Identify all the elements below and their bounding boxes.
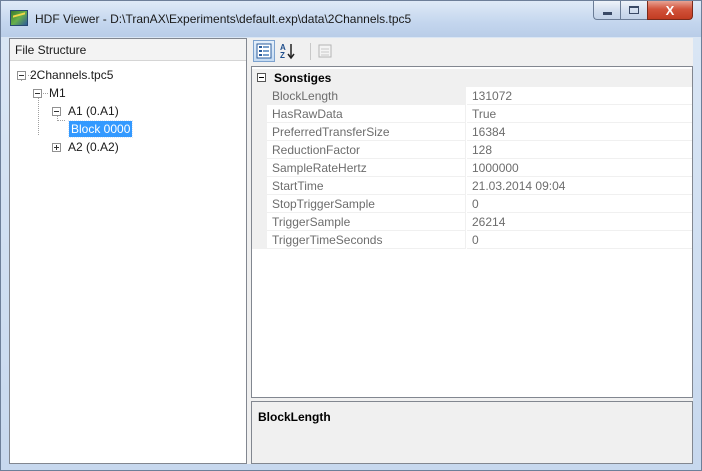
property-help-pane: BlockLength (251, 401, 693, 464)
property-name: SampleRateHertz (267, 159, 466, 177)
property-name: TriggerSample (267, 213, 466, 231)
help-title: BlockLength (258, 410, 331, 424)
row-gutter (252, 123, 267, 141)
category-collapse-icon[interactable] (257, 73, 266, 82)
category-label: Sonstiges (274, 71, 332, 85)
category-row[interactable]: Sonstiges (252, 69, 692, 87)
row-gutter (252, 141, 267, 159)
file-structure-tree[interactable]: 2Channels.tpc5 M1 A1 (0.A1) Block 0000 A… (10, 62, 246, 462)
collapse-icon[interactable] (17, 71, 26, 80)
property-name: TriggerTimeSeconds (267, 231, 466, 249)
property-value[interactable]: 21.03.2014 09:04 (467, 177, 692, 195)
property-row[interactable]: StopTriggerSample 0 (252, 195, 692, 213)
property-value[interactable]: 26214 (467, 213, 692, 231)
row-gutter (252, 159, 267, 177)
tree-node-label: 2Channels.tpc5 (30, 68, 114, 82)
property-value[interactable]: 0 (467, 195, 692, 213)
toolbar-separator (310, 43, 311, 60)
row-gutter (252, 87, 267, 105)
row-gutter (252, 231, 267, 249)
categorized-view-icon (256, 43, 272, 59)
property-row[interactable]: HasRawData True (252, 105, 692, 123)
property-row[interactable]: TriggerSample 26214 (252, 213, 692, 231)
property-value[interactable]: 131072 (467, 87, 692, 105)
row-gutter (252, 105, 267, 123)
tree-node-label: A1 (0.A1) (68, 104, 119, 118)
property-name: BlockLength (267, 87, 466, 105)
property-row[interactable]: SampleRateHertz 1000000 (252, 159, 692, 177)
client-area: File Structure 2Channels.tpc5 M1 A1 (0.A… (9, 38, 693, 464)
property-toolbar: A Z (251, 38, 693, 64)
property-value[interactable]: 128 (467, 141, 692, 159)
property-value[interactable]: True (467, 105, 692, 123)
tree-guide-line (57, 120, 65, 121)
property-row[interactable]: TriggerTimeSeconds 0 (252, 231, 692, 249)
property-name: PreferredTransferSize (267, 123, 466, 141)
property-grid[interactable]: Sonstiges BlockLength 131072 HasRawData … (251, 66, 693, 398)
minimize-icon (602, 11, 612, 15)
minimize-button[interactable] (593, 1, 620, 20)
svg-text:Z: Z (280, 51, 285, 60)
maximize-button[interactable] (620, 1, 647, 20)
property-row[interactable]: BlockLength 131072 (252, 87, 692, 105)
categorized-view-button[interactable] (253, 40, 275, 62)
row-gutter (252, 195, 267, 213)
property-name: StopTriggerSample (267, 195, 466, 213)
tree-node-label: A2 (0.A2) (68, 140, 119, 154)
row-gutter (252, 177, 267, 195)
property-row[interactable]: PreferredTransferSize 16384 (252, 123, 692, 141)
tree-guide-line (43, 93, 48, 94)
close-button[interactable]: X (647, 1, 693, 20)
tree-guide-line (38, 93, 39, 135)
file-structure-panel: File Structure 2Channels.tpc5 M1 A1 (0.A… (9, 38, 247, 464)
property-name: StartTime (267, 177, 466, 195)
property-panel: A Z Sonstiges BlockLength 131072 HasRawD… (251, 38, 693, 464)
window-controls: X (593, 1, 693, 21)
property-name: ReductionFactor (267, 141, 466, 159)
property-value[interactable]: 1000000 (467, 159, 692, 177)
hdf-viewer-app-icon[interactable] (10, 10, 28, 26)
row-gutter (252, 213, 267, 231)
collapse-icon[interactable] (33, 89, 42, 98)
alphabetical-sort-icon: A Z (280, 43, 295, 60)
alphabetical-sort-button[interactable]: A Z (277, 40, 299, 62)
title-bar[interactable]: HDF Viewer - D:\TranAX\Experiments\defau… (1, 1, 701, 37)
tree-node-label-selected: Block 0000 (67, 120, 134, 138)
property-row[interactable]: ReductionFactor 128 (252, 141, 692, 159)
window-title: HDF Viewer - D:\TranAX\Experiments\defau… (35, 12, 412, 26)
tree-node-label: M1 (49, 86, 66, 100)
file-structure-header: File Structure (10, 39, 246, 61)
collapse-icon[interactable] (52, 107, 61, 116)
property-value[interactable]: 0 (467, 231, 692, 249)
maximize-icon (629, 6, 639, 14)
property-value[interactable]: 16384 (467, 123, 692, 141)
close-icon: X (665, 2, 675, 18)
property-row[interactable]: StartTime 21.03.2014 09:04 (252, 177, 692, 195)
property-name: HasRawData (267, 105, 466, 123)
property-pages-button[interactable] (314, 40, 336, 62)
app-window: HDF Viewer - D:\TranAX\Experiments\defau… (0, 0, 702, 471)
property-pages-icon (318, 44, 332, 58)
expand-icon[interactable] (52, 143, 61, 152)
